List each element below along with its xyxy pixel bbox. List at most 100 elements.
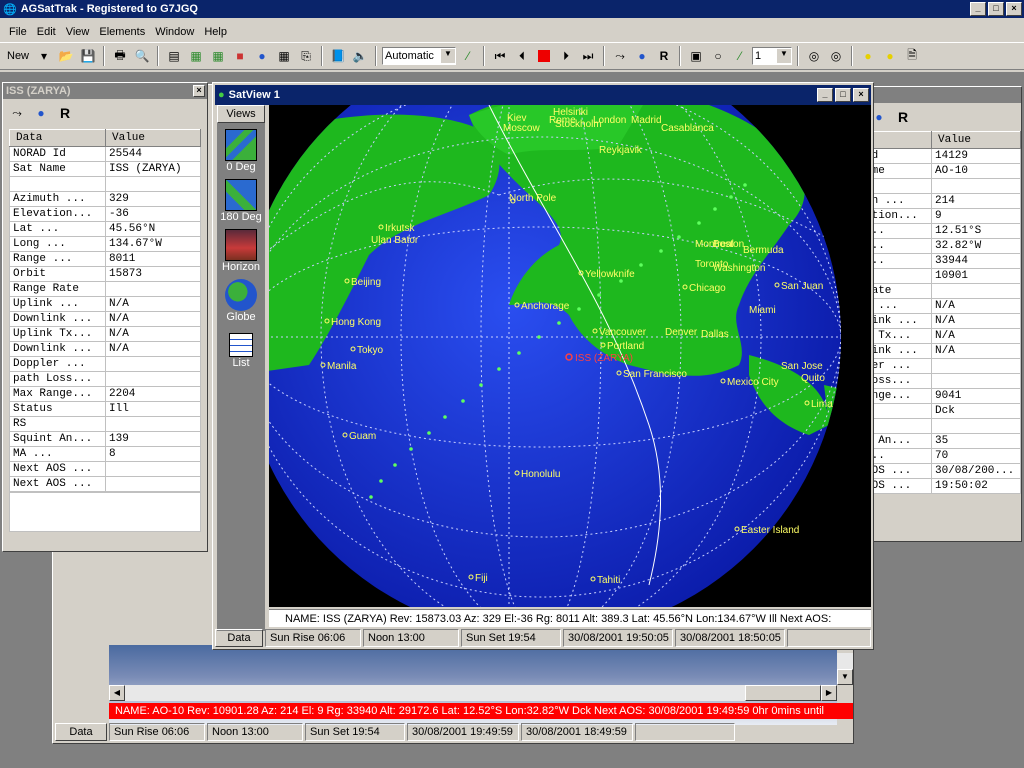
sat-track-icon[interactable]: ⤳ — [7, 103, 27, 123]
iss-table-row[interactable]: Uplink Tx... N/A — [9, 326, 201, 342]
ao10-table-row[interactable]: ange... 9041 — [861, 388, 1021, 404]
globe-small-icon[interactable]: ● — [31, 103, 51, 123]
ao10-table-row[interactable]: ame AO-10 — [861, 163, 1021, 179]
new-dropdown-icon[interactable]: ▾ — [34, 46, 54, 66]
ao10-table-row[interactable]: Loss... — [861, 373, 1021, 389]
sat-data-icon[interactable]: ▤ — [164, 46, 184, 66]
close-button[interactable]: × — [853, 88, 869, 102]
chevron-down-icon[interactable]: ▼ — [777, 49, 792, 63]
iss-table-row[interactable] — [9, 176, 201, 192]
iss-table-row[interactable]: Elevation... -36 — [9, 206, 201, 222]
yellow-moon-icon[interactable]: ● — [880, 46, 900, 66]
globe-small-icon[interactable]: ● — [632, 46, 652, 66]
iss-table-row[interactable]: Squint An... 139 — [9, 431, 201, 447]
circle-icon[interactable]: ○ — [708, 46, 728, 66]
stop-icon[interactable] — [534, 46, 554, 66]
ao10-table-row[interactable]: ... 32.82°W — [861, 238, 1021, 254]
speaker-icon[interactable]: 🔈 — [350, 46, 370, 66]
view-0-deg[interactable]: 0 Deg — [217, 129, 265, 173]
minimize-button[interactable]: _ — [970, 2, 986, 16]
horizontal-scrollbar[interactable]: ◀ ▶ — [109, 685, 837, 701]
globe-icon[interactable]: ● — [252, 46, 272, 66]
iss-table-row[interactable]: Uplink ... N/A — [9, 296, 201, 312]
scroll-right-button[interactable]: ▶ — [821, 685, 837, 701]
new-button[interactable]: New — [4, 50, 32, 62]
iss-table-row[interactable]: Next AOS ... — [9, 461, 201, 477]
ao10-table-row[interactable]: Rate — [861, 283, 1021, 299]
menu-file[interactable]: File — [4, 26, 32, 38]
ao10-table-row[interactable]: th ... 214 — [861, 193, 1021, 209]
sat-orbit-icon[interactable]: ◎ — [804, 46, 824, 66]
iss-table-row[interactable]: Long ... 134.67°W — [9, 236, 201, 252]
view-globe[interactable]: Globe — [217, 279, 265, 323]
iss-table-row[interactable]: MA ... 8 — [9, 446, 201, 462]
scroll-thumb[interactable] — [745, 685, 821, 701]
iss-table-row[interactable]: RS — [9, 416, 201, 432]
view-list[interactable]: List — [217, 329, 265, 369]
ao10-table-row[interactable]: AOS ... 30/08/200... — [861, 463, 1021, 479]
iss-table-row[interactable]: Sat Name ISS (ZARYA) — [9, 161, 201, 177]
sat-track-icon[interactable]: ⤳ — [610, 46, 630, 66]
view-horizon[interactable]: Horizon — [217, 229, 265, 273]
ao10-table-row[interactable]: sDck — [861, 403, 1021, 419]
vertical-scrollbar[interactable]: ▼ — [837, 653, 853, 685]
minimize-button[interactable]: _ — [817, 88, 833, 102]
save-icon[interactable]: 💾 — [78, 46, 98, 66]
ao10-table-row[interactable]: ler ... — [861, 358, 1021, 374]
line-icon[interactable]: ⁄ — [730, 46, 750, 66]
views-header[interactable]: Views — [217, 105, 265, 123]
open-folder-icon[interactable]: 📂 — [56, 46, 76, 66]
close-button[interactable]: × — [193, 85, 205, 97]
iss-table-row[interactable]: NORAD Id 25544 — [9, 146, 201, 162]
menu-elements[interactable]: Elements — [94, 26, 150, 38]
maximize-button[interactable]: □ — [835, 88, 851, 102]
skip-end-icon[interactable]: ⏭ — [578, 46, 598, 66]
yellow-sun-icon[interactable]: ● — [858, 46, 878, 66]
step-back-icon[interactable]: ⏴ — [512, 46, 532, 66]
menu-edit[interactable]: Edit — [32, 26, 61, 38]
reset-r-icon[interactable]: R — [55, 103, 75, 123]
iss-table-row[interactable]: Max Range... 2204 — [9, 386, 201, 402]
iss-table-row[interactable]: Azimuth ... 329 — [9, 191, 201, 207]
iss-table-row[interactable]: Downlink ... N/A — [9, 311, 201, 327]
ao10-table-row[interactable]: t An... 35 — [861, 433, 1021, 449]
ao10-table-row[interactable]: k Tx... N/A — [861, 328, 1021, 344]
ao10-table-row[interactable]: k ... N/A — [861, 298, 1021, 314]
iss-table-row[interactable]: Next AOS ... — [9, 476, 201, 492]
iss-table-row[interactable]: Doppler ... — [9, 356, 201, 372]
chevron-down-icon[interactable]: ▼ — [441, 49, 456, 63]
iss-table-row[interactable]: path Loss... — [9, 371, 201, 387]
ao10-table-row[interactable] — [861, 418, 1021, 434]
horizon-icon[interactable]: ■ — [230, 46, 250, 66]
iss-table-row[interactable]: Range Rate — [9, 281, 201, 297]
menu-help[interactable]: Help — [199, 26, 232, 38]
ao10-table-row[interactable]: link ... N/A — [861, 313, 1021, 329]
ao10-table-row[interactable]: ... 33944 — [861, 253, 1021, 269]
copy-icon[interactable]: ⎘ — [296, 46, 316, 66]
mode-select[interactable]: Automatic ▼ — [382, 47, 457, 65]
scroll-left-button[interactable]: ◀ — [109, 685, 125, 701]
book-icon[interactable]: 📘 — [328, 46, 348, 66]
globe-canvas[interactable]: Kiev Moscow Helsinki Stockholm Rome Lond… — [269, 105, 871, 607]
list-icon[interactable]: ▦ — [274, 46, 294, 66]
reset-r-icon[interactable]: R — [893, 107, 913, 127]
menu-window[interactable]: Window — [150, 26, 199, 38]
ao10-table-row[interactable]: ... 70 — [861, 448, 1021, 464]
document-icon[interactable]: 🗎 — [902, 46, 922, 66]
map-icon[interactable]: ▦ — [186, 46, 206, 66]
iss-table-row[interactable]: Range ... 8011 — [9, 251, 201, 267]
iss-table-row[interactable]: Lat ... 45.56°N — [9, 221, 201, 237]
properties-icon[interactable]: ▣ — [686, 46, 706, 66]
ao10-table-row[interactable]: Id14129 — [861, 148, 1021, 164]
step-forward-icon[interactable]: ⏵ — [556, 46, 576, 66]
iss-table-row[interactable]: Orbit 15873 — [9, 266, 201, 282]
iss-table-row[interactable]: Downlink ... N/A — [9, 341, 201, 357]
maximize-button[interactable]: □ — [988, 2, 1004, 16]
reset-r-icon[interactable]: R — [654, 46, 674, 66]
view-180-deg[interactable]: 180 Deg — [217, 179, 265, 223]
ao10-table-row[interactable]: ... 12.51°S — [861, 223, 1021, 239]
menu-view[interactable]: View — [61, 26, 95, 38]
data-button[interactable]: Data — [55, 723, 107, 741]
iss-table-row[interactable]: Status Ill — [9, 401, 201, 417]
sat-orbit-alt-icon[interactable]: ◎ — [826, 46, 846, 66]
